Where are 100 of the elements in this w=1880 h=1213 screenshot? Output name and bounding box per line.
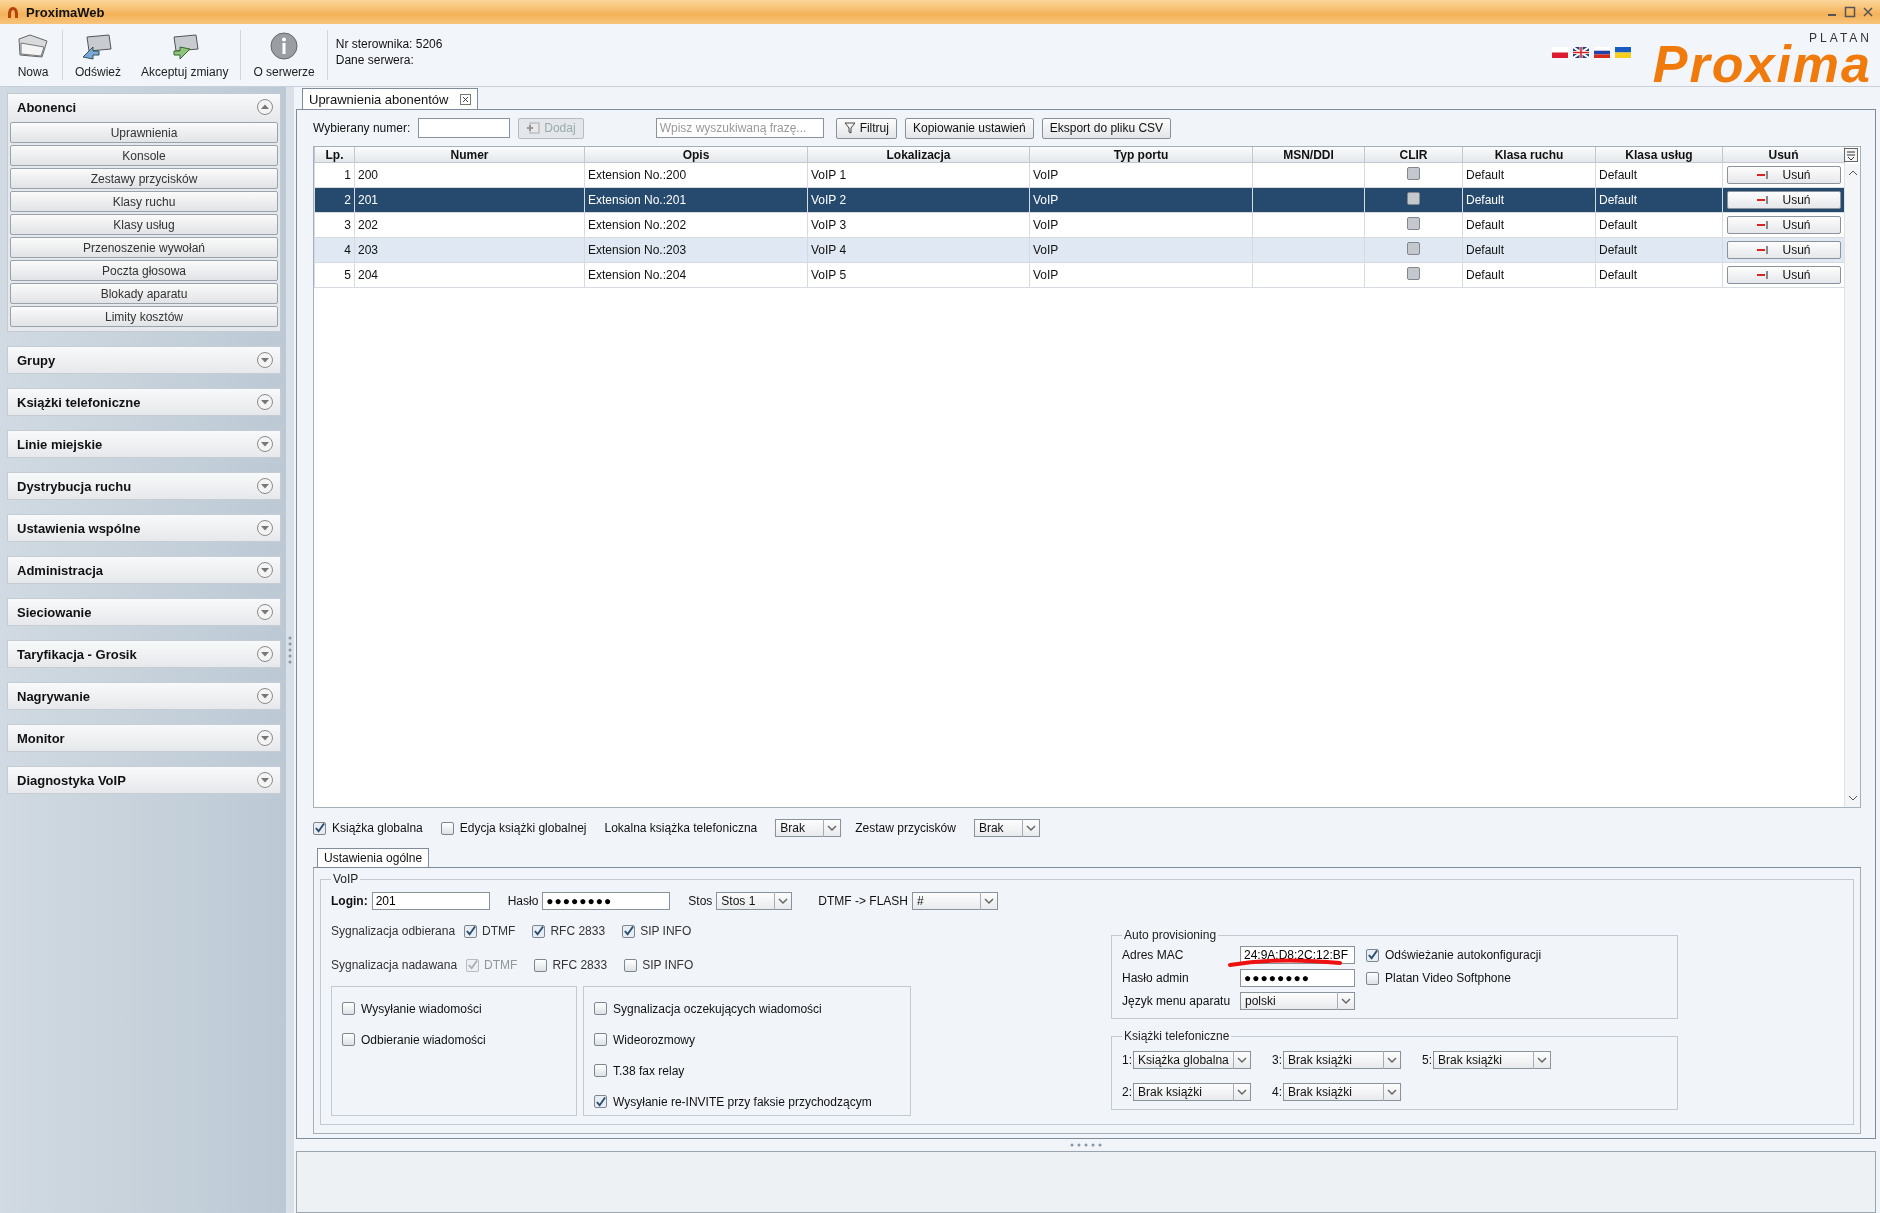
table-row[interactable]: 4 203 Extension No.:203 VoIP 4 VoIP Default Default Usuń (314, 237, 1845, 263)
checkbox[interactable] (342, 1002, 355, 1015)
checkbox[interactable] (1366, 971, 1379, 985)
table-row[interactable]: 1 200 Extension No.:200 VoIP 1 VoIP Default Default Usuń (314, 162, 1845, 188)
sidebar-item[interactable]: Limity kosztów (10, 306, 278, 327)
toolbar-button[interactable]: Eksport do pliku CSV (1041, 117, 1172, 139)
sidebar-section-header[interactable]: Abonenci (8, 94, 280, 120)
dropdown[interactable]: polski (1240, 992, 1355, 1010)
delete-button[interactable]: Usuń (1726, 191, 1841, 209)
toolbar-button[interactable]: Kopiowanie ustawień (904, 117, 1034, 139)
column-header[interactable]: Numer (354, 147, 585, 163)
delete-button[interactable]: Usuń (1726, 216, 1841, 234)
column-header[interactable]: Lokalizacja (807, 147, 1030, 163)
column-header[interactable]: CLIR (1364, 147, 1463, 163)
table-row[interactable]: 3 202 Extension No.:202 VoIP 3 VoIP Default Default Usuń (314, 212, 1845, 238)
toolbar-button[interactable]: O serwerze (243, 24, 325, 86)
sidebar-section-header[interactable]: Ustawienia wspólne (7, 514, 281, 542)
scroll-up-icon[interactable] (1846, 168, 1859, 178)
password-field[interactable]: ●●●●●●●● (542, 892, 671, 910)
checkbox[interactable] (1407, 217, 1420, 230)
delete-button[interactable]: Usuń (1726, 166, 1841, 184)
field-label: 4: (1272, 1085, 1282, 1099)
flag-icon[interactable] (1593, 46, 1610, 58)
search-field[interactable]: Wpisz wyszukiwaną frazę... (655, 118, 824, 138)
column-header[interactable]: Typ portu (1029, 147, 1253, 163)
sidebar-section-header[interactable]: Grupy (7, 346, 281, 374)
sidebar-item[interactable]: Konsole (10, 145, 278, 166)
toolbar-button[interactable]: Nowa (6, 24, 60, 86)
sidebar-section-header[interactable]: Taryfikacja - Grosik (7, 640, 281, 668)
checkbox[interactable] (534, 958, 548, 972)
checkbox[interactable] (1407, 267, 1420, 280)
checkbox[interactable] (594, 1095, 607, 1108)
toolbar-button[interactable]: Odśwież (65, 24, 131, 86)
scroll-down-icon[interactable] (1846, 793, 1859, 803)
column-header[interactable]: Klasa ruchu (1462, 147, 1596, 163)
splitter-handle-icon[interactable] (288, 635, 292, 665)
toolbar-button[interactable]: Akceptuj zmiany (131, 24, 239, 86)
column-header[interactable]: Usuń (1722, 147, 1845, 163)
sidebar-item[interactable]: Klasy ruchu (10, 191, 278, 212)
delete-button[interactable]: Usuń (1726, 266, 1841, 284)
sidebar-section-header[interactable]: Administracja (7, 556, 281, 584)
sidebar-section-header[interactable]: Diagnostyka VoIP (7, 766, 281, 794)
number-field[interactable] (418, 118, 511, 138)
close-icon[interactable] (460, 93, 472, 105)
dropdown[interactable]: Brak książki (1433, 1051, 1551, 1069)
column-header[interactable]: MSN/DDI (1252, 147, 1365, 163)
flag-icon[interactable] (1551, 46, 1568, 58)
checkbox[interactable] (594, 1033, 607, 1046)
tab[interactable]: Ustawienia ogólne (317, 848, 430, 867)
close-icon[interactable] (1862, 6, 1874, 18)
sidebar-section-header[interactable]: Monitor (7, 724, 281, 752)
splitter-handle-icon[interactable] (1069, 1143, 1103, 1147)
column-header[interactable]: Opis (584, 147, 808, 163)
scrollbar[interactable] (1844, 164, 1860, 807)
delete-button[interactable]: Usuń (1726, 241, 1841, 259)
checkbox[interactable] (622, 924, 636, 938)
dropdown[interactable]: Brak (775, 819, 842, 837)
column-menu-icon[interactable] (1844, 148, 1858, 162)
table-row[interactable]: 5 204 Extension No.:204 VoIP 5 VoIP Default Default Usuń (314, 262, 1845, 288)
dropdown[interactable]: Brak książki (1283, 1083, 1401, 1101)
column-header[interactable]: Klasa usług (1595, 147, 1723, 163)
sidebar-item[interactable]: Przenoszenie wywołań (10, 237, 278, 258)
checkbox[interactable] (464, 924, 478, 938)
dropdown[interactable]: Książka globalna (1133, 1051, 1251, 1069)
checkbox[interactable] (342, 1033, 355, 1046)
checkbox[interactable] (594, 1002, 607, 1015)
sidebar-section-header[interactable]: Książki telefoniczne (7, 388, 281, 416)
sidebar-item[interactable]: Klasy usług (10, 214, 278, 235)
sidebar-item[interactable]: Uprawnienia (10, 122, 278, 143)
sidebar-section-header[interactable]: Dystrybucja ruchu (7, 472, 281, 500)
checkbox[interactable] (624, 958, 638, 972)
maximize-icon[interactable] (1844, 6, 1856, 18)
column-header[interactable]: Lp. (314, 147, 355, 163)
sidebar-item[interactable]: Blokady aparatu (10, 283, 278, 304)
checkbox[interactable] (1407, 192, 1420, 205)
sidebar-item[interactable]: Zestawy przycisków (10, 168, 278, 189)
table-row[interactable]: 2 201 Extension No.:201 VoIP 2 VoIP Default Default Usuń (314, 187, 1845, 213)
sidebar-section-header[interactable]: Sieciowanie (7, 598, 281, 626)
password-field[interactable]: ●●●●●●●● (1240, 969, 1355, 987)
checkbox-label: SIP INFO (642, 958, 694, 972)
checkbox[interactable] (440, 821, 454, 835)
dropdown[interactable]: # (912, 892, 999, 910)
checkbox[interactable] (313, 821, 326, 835)
sidebar-section-header[interactable]: Linie miejskie (7, 430, 281, 458)
flag-icon[interactable] (1614, 46, 1631, 58)
dropdown[interactable]: Stos 1 (716, 892, 793, 910)
sidebar-item[interactable]: Poczta głosowa (10, 260, 278, 281)
checkbox[interactable] (532, 924, 546, 938)
dropdown[interactable]: Brak (973, 819, 1040, 837)
dropdown[interactable]: Brak książki (1283, 1051, 1401, 1069)
dropdown[interactable]: Brak książki (1133, 1083, 1251, 1101)
tab[interactable]: Uprawnienia abonentów (302, 88, 479, 109)
checkbox[interactable] (1407, 167, 1420, 180)
checkbox[interactable] (1366, 948, 1379, 962)
sidebar-section-header[interactable]: Nagrywanie (7, 682, 281, 710)
login-field[interactable]: 201 (371, 892, 490, 910)
flag-icon[interactable] (1572, 46, 1589, 58)
toolbar-button[interactable]: Filtruj (835, 117, 897, 139)
checkbox[interactable] (594, 1064, 607, 1077)
checkbox[interactable] (1407, 242, 1420, 255)
